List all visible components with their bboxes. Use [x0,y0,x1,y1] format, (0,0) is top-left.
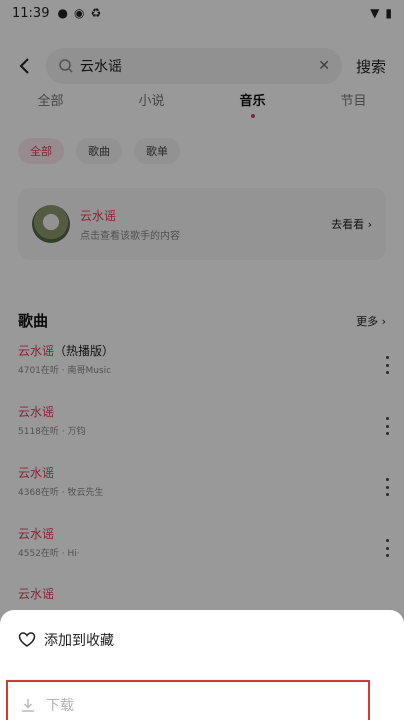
download-icon [22,699,34,712]
bottom-sheet: 添加到收藏 下载 [0,610,404,720]
download-label: 下载 [46,698,74,714]
add-to-favorites-button[interactable]: 添加到收藏 [18,630,114,650]
add-to-favorites-label: 添加到收藏 [44,633,114,649]
download-button[interactable]: 下载 [6,680,370,720]
heart-icon [18,632,36,647]
